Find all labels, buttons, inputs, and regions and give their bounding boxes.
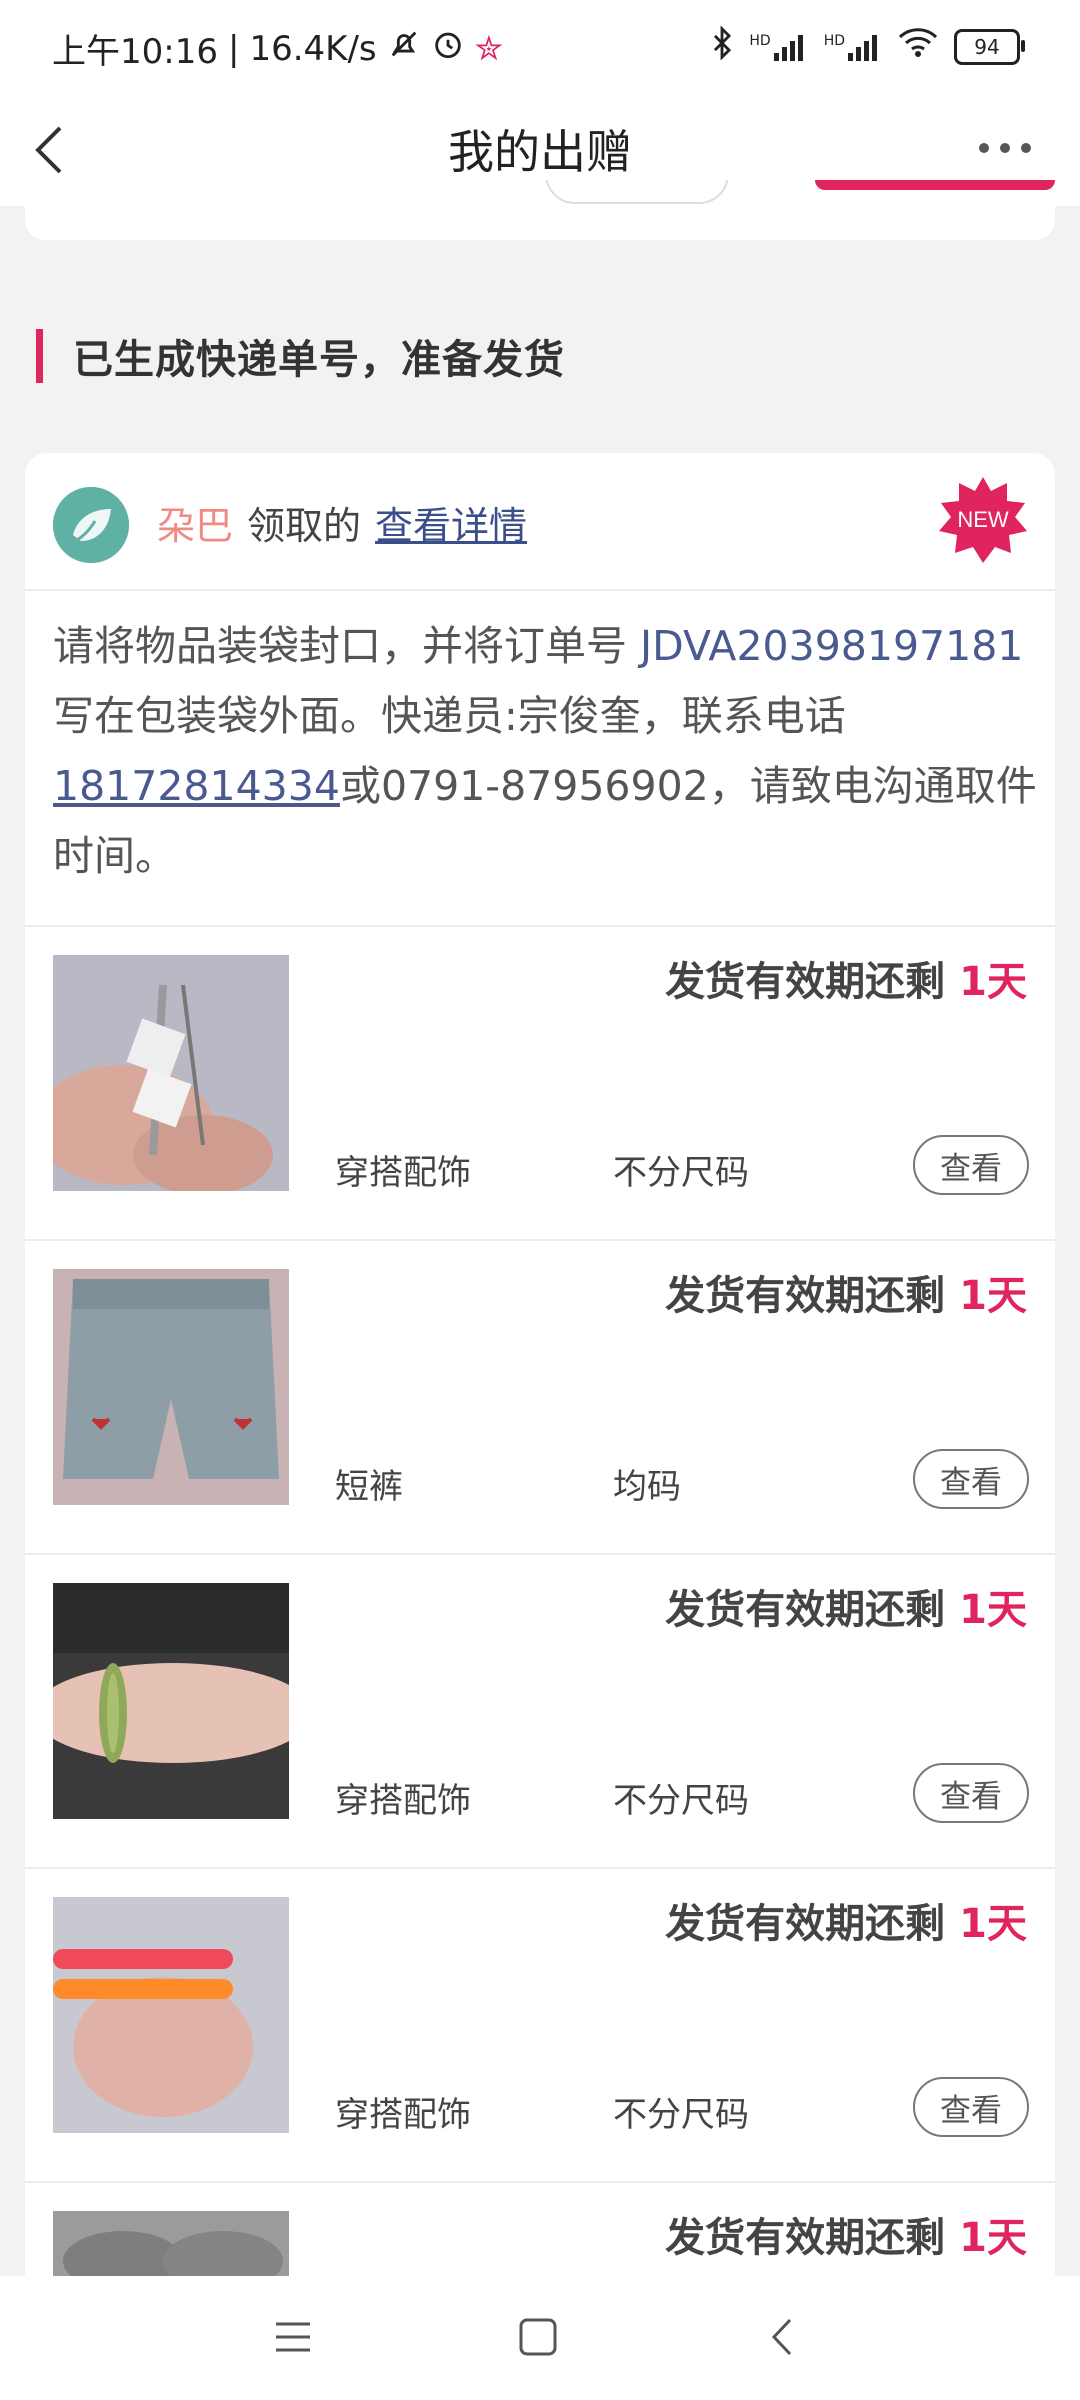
shipping-deadline: 发货有效期还剩 1天	[665, 1263, 1027, 1321]
deadline-days: 1天	[959, 959, 1027, 1005]
previous-card-outline-button[interactable]	[545, 180, 729, 204]
list-item[interactable]: 发货有效期还剩 1天 穿搭配饰 不分尺码 查看	[25, 925, 1055, 1241]
status-left: 上午10:16 | 16.4K/s ✮	[52, 24, 503, 73]
list-item[interactable]: 发货有效期还剩 1天 穿搭配饰 不分尺码 查看	[25, 1553, 1055, 1869]
signal-2-label: HD	[823, 33, 845, 49]
shipping-notice: 请将物品装袋封口，并将订单号 JDVA20398197181 写在包装袋外面。快…	[53, 611, 1043, 891]
bracelet-photo	[53, 1583, 289, 1819]
page-title: 我的出赠	[448, 125, 632, 179]
shipping-deadline: 发货有效期还剩 1天	[665, 1891, 1027, 1949]
view-button[interactable]: 查看	[913, 1763, 1029, 1823]
deadline-days: 1天	[959, 2215, 1027, 2261]
order-card: 朶巴 领取的 查看详情 NEW 请将物品装袋封口，并将订单号 JDVA20398…	[25, 453, 1055, 2353]
notice-text-2: 写在包装袋外面。快递员:宗俊奎，联系电话	[53, 692, 846, 740]
view-button[interactable]: 查看	[913, 1135, 1029, 1195]
item-photo-hair-ties[interactable]	[53, 1897, 289, 2133]
status-separator: |	[227, 28, 240, 69]
shipping-deadline: 发货有效期还剩 1天	[665, 2205, 1027, 2263]
receiver-line: 朶巴 领取的 查看详情	[157, 495, 527, 550]
item-size: 均码	[613, 1467, 681, 1507]
deadline-days: 1天	[959, 1273, 1027, 1319]
item-size: 不分尺码	[613, 1781, 749, 1821]
receiver-name[interactable]: 朶巴	[157, 495, 233, 550]
item-category: 短裤	[335, 1467, 403, 1507]
mute-icon	[387, 27, 421, 70]
view-button[interactable]: 查看	[913, 1449, 1029, 1509]
star-icon: ✮	[474, 28, 504, 69]
system-navigation-bar	[0, 2276, 1080, 2400]
item-photo-shorts[interactable]	[53, 1269, 289, 1505]
signal-1-label: HD	[749, 33, 771, 49]
view-button[interactable]: 查看	[913, 2077, 1029, 2137]
receive-label: 领取的	[247, 504, 362, 548]
more-dots-icon	[979, 143, 1031, 153]
status-right: HD HD 94	[711, 25, 1025, 68]
order-number: JDVA20398197181	[640, 622, 1024, 670]
previous-card-bottom	[25, 180, 1055, 240]
section-accent-bar	[36, 329, 43, 383]
bluetooth-icon	[711, 25, 733, 68]
section-header: 已生成快递单号，准备发货	[36, 328, 565, 384]
deadline-days: 1天	[959, 1901, 1027, 1947]
hair-ties-photo	[53, 1897, 289, 2133]
new-starburst-icon: NEW	[939, 477, 1027, 563]
new-badge: NEW	[937, 475, 1029, 567]
brooch-photo	[53, 955, 289, 1191]
alarm-icon	[431, 27, 465, 70]
list-item[interactable]: 发货有效期还剩 1天 短裤 均码 查看	[25, 1239, 1055, 1555]
more-button[interactable]	[970, 118, 1040, 178]
back-icon[interactable]	[760, 2314, 806, 2360]
card-header: 朶巴 领取的 查看详情 NEW	[25, 453, 1055, 591]
new-badge-text: NEW	[957, 507, 1009, 532]
view-details-link[interactable]: 查看详情	[375, 495, 527, 550]
item-category: 穿搭配饰	[335, 1781, 471, 1821]
shipping-deadline: 发货有效期还剩 1天	[665, 949, 1027, 1007]
signal-2-icon: HD	[824, 33, 882, 61]
signal-1-icon: HD	[749, 33, 807, 61]
deadline-label: 发货有效期还剩	[665, 2215, 946, 2261]
status-net-speed: 16.4K/s	[249, 28, 377, 69]
deadline-label: 发货有效期还剩	[665, 1587, 946, 1633]
deadline-label: 发货有效期还剩	[665, 1901, 946, 1947]
item-photo-bracelet[interactable]	[53, 1583, 289, 1819]
courier-phone-link[interactable]: 18172814334	[53, 762, 340, 810]
item-size: 不分尺码	[613, 1153, 749, 1193]
menu-icon[interactable]	[270, 2314, 316, 2360]
notice-text-1: 请将物品装袋封口，并将订单号	[53, 622, 641, 670]
item-photo-brooch[interactable]	[53, 955, 289, 1191]
item-category: 穿搭配饰	[335, 1153, 471, 1193]
deadline-days: 1天	[959, 1587, 1027, 1633]
status-time: 上午10:16	[52, 32, 218, 72]
leaf-logo-icon	[53, 487, 129, 563]
previous-card-primary-button[interactable]	[815, 180, 1055, 190]
battery-icon: 94	[954, 29, 1025, 65]
item-size: 不分尺码	[613, 2095, 749, 2135]
home-icon[interactable]	[515, 2314, 561, 2360]
deadline-label: 发货有效期还剩	[665, 959, 946, 1005]
deadline-label: 发货有效期还剩	[665, 1273, 946, 1319]
wifi-icon	[898, 27, 938, 67]
list-item[interactable]: 发货有效期还剩 1天 穿搭配饰 不分尺码 查看	[25, 1867, 1055, 2183]
item-category: 穿搭配饰	[335, 2095, 471, 2135]
avatar[interactable]	[53, 487, 129, 563]
shorts-photo	[53, 1269, 289, 1505]
shipping-deadline: 发货有效期还剩 1天	[665, 1577, 1027, 1635]
section-title: 已生成快递单号，准备发货	[73, 337, 565, 383]
status-bar: 上午10:16 | 16.4K/s ✮ HD HD 94	[0, 0, 1080, 96]
